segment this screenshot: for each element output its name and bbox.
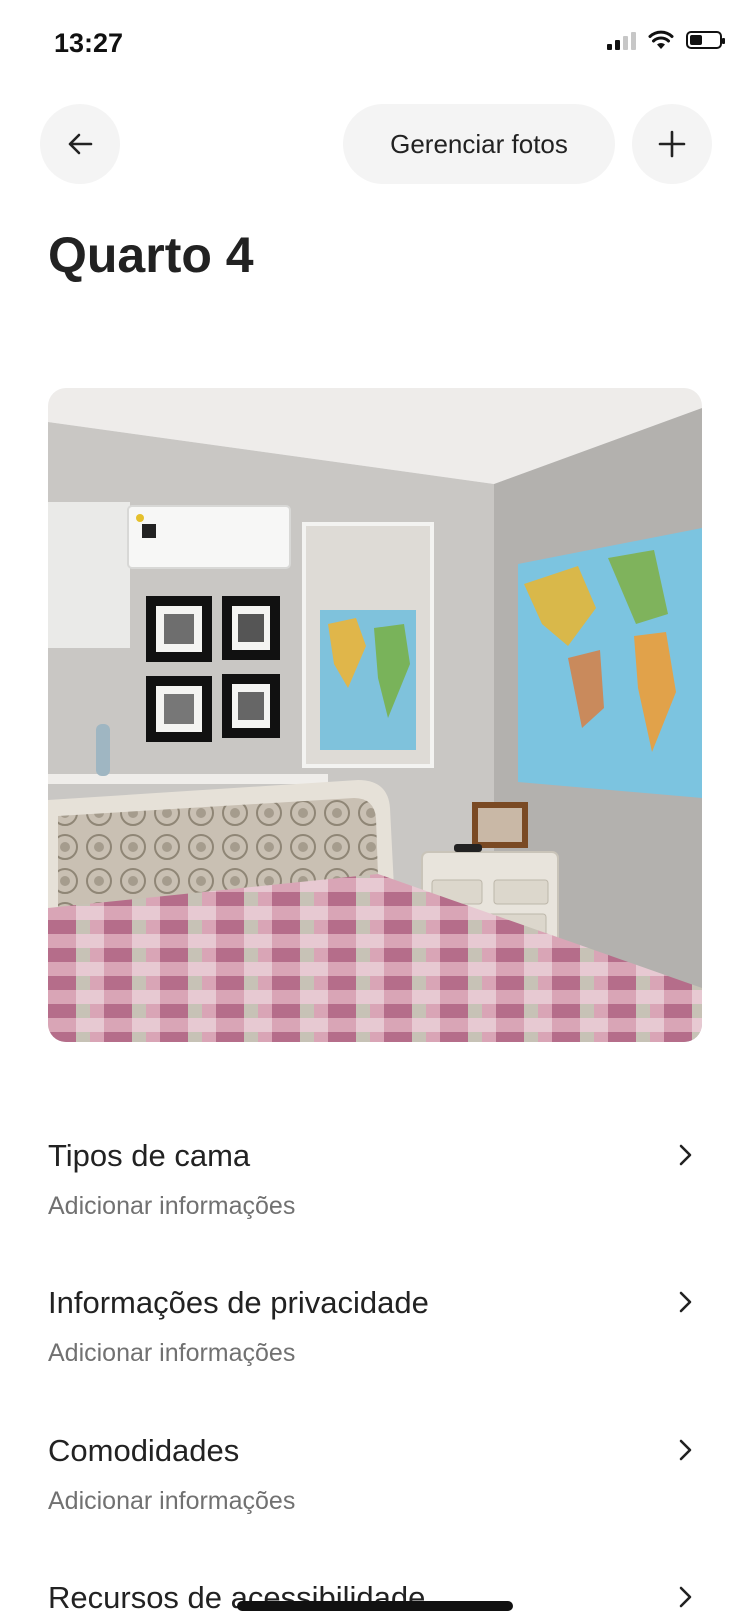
wifi-icon <box>648 30 674 49</box>
status-bar: 13:27 <box>0 0 750 90</box>
battery-icon <box>686 31 725 49</box>
privacy-info-row[interactable]: Informações de privacidade Adicionar inf… <box>48 1285 702 1395</box>
page-title: Quarto 4 <box>48 227 254 283</box>
home-indicator <box>237 1601 513 1611</box>
bedroom-photo-image <box>48 388 702 1042</box>
back-button[interactable] <box>40 104 120 184</box>
bed-types-subtitle: Adicionar informações <box>48 1192 296 1220</box>
room-photo[interactable] <box>48 388 702 1042</box>
cellular-signal-icon <box>607 30 636 50</box>
chevron-right-icon <box>679 1586 692 1608</box>
chevron-right-icon <box>679 1144 692 1166</box>
manage-photos-button[interactable]: Gerenciar fotos <box>343 104 615 184</box>
amenities-row[interactable]: Comodidades Adicionar informações <box>48 1433 702 1543</box>
status-time: 13:27 <box>54 28 124 58</box>
arrow-left-icon <box>68 133 93 155</box>
add-photo-button[interactable] <box>632 104 712 184</box>
plus-icon <box>658 130 686 158</box>
bed-types-label: Tipos de cama <box>48 1138 251 1173</box>
amenities-label: Comodidades <box>48 1433 240 1468</box>
privacy-info-label: Informações de privacidade <box>48 1285 429 1320</box>
chevron-right-icon <box>679 1439 692 1461</box>
chevron-right-icon <box>679 1291 692 1313</box>
status-icons <box>607 30 725 50</box>
amenities-subtitle: Adicionar informações <box>48 1487 296 1515</box>
bed-types-row[interactable]: Tipos de cama Adicionar informações <box>48 1138 702 1248</box>
privacy-info-subtitle: Adicionar informações <box>48 1339 296 1367</box>
